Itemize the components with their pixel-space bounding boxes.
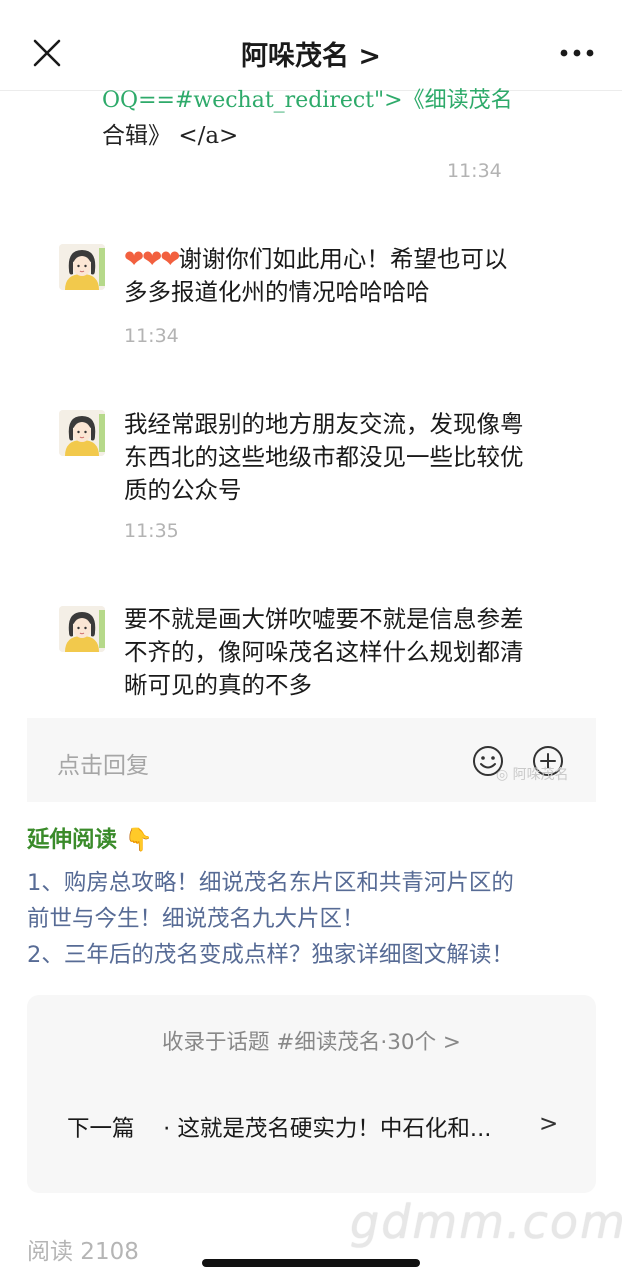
code-snippet-line: OQ==#wechat_redirect">《细读茂名 xyxy=(102,88,513,113)
extended-reading-heading: 延伸阅读 👇 xyxy=(27,827,153,853)
comment-text: 我经常跟别的地方朋友交流，发现像粤东西北的这些地级市都没见一些比较优质的公众号 xyxy=(124,410,524,504)
top-nav-bar: 阿哚茂名 > xyxy=(0,0,622,91)
more-options-icon[interactable] xyxy=(560,48,594,58)
home-indicator[interactable] xyxy=(202,1259,420,1267)
reply-bar: 点击回复 xyxy=(27,718,596,802)
extended-link-2[interactable]: 2、三年后的茂名变成点样？独家详细图文解读！ xyxy=(27,937,514,969)
read-count: 阅读 2108 xyxy=(27,1239,139,1265)
snippet-text: 合辑》 xyxy=(102,123,171,149)
comment-body: 谢谢你们如此用心！希望也可以多多报道化州的情况哈哈哈哈 xyxy=(124,245,508,306)
topic-collection-link[interactable]: 收录于话题 #细读茂名·30个 > xyxy=(27,1025,596,1056)
avatar-girl-icon xyxy=(59,410,105,456)
code-snippet-line-2: 合辑》 </a> xyxy=(102,116,238,150)
next-article-link[interactable]: 下一篇 · 这就是茂名硬实力！中石化和... xyxy=(67,1111,491,1143)
avatar xyxy=(59,606,105,652)
avatar xyxy=(59,244,105,290)
next-title: · 这就是茂名硬实力！中石化和... xyxy=(163,1116,492,1142)
wechat-watermark-text: 阿哚茂名 xyxy=(512,767,569,783)
extended-link-1[interactable]: 1、购房总攻略！细说茂名东片区和共青河片区的 xyxy=(27,865,514,897)
extended-link-1-cont[interactable]: 前世与今生！细说茂名九大片区！ xyxy=(27,901,365,933)
wechat-logo-icon: ◎ xyxy=(496,767,509,783)
message-time: 11:34 xyxy=(124,325,179,347)
site-watermark: gdmm.com xyxy=(350,1195,622,1249)
avatar xyxy=(59,410,105,456)
chevron-right-icon[interactable]: > xyxy=(539,1111,558,1137)
avatar-girl-icon xyxy=(59,244,105,290)
comment-text: 要不就是画大饼吹嘘要不就是信息参差不齐的，像阿哚茂名这样什么规划都清晰可见的真的… xyxy=(124,605,524,699)
message-time: 11:34 xyxy=(447,160,502,182)
snippet-tag: </a> xyxy=(178,123,239,149)
account-title[interactable]: 阿哚茂名 > xyxy=(0,34,622,73)
reply-input[interactable]: 点击回复 xyxy=(57,746,149,780)
message-time: 11:35 xyxy=(124,520,179,542)
topic-card: 收录于话题 #细读茂名·30个 > 下一篇 · 这就是茂名硬实力！中石化和...… xyxy=(27,995,596,1193)
next-label: 下一篇 xyxy=(67,1116,135,1142)
heart-emoji-icons: ❤❤❤ xyxy=(124,245,180,273)
wechat-watermark: ◎ 阿哚茂名 xyxy=(496,764,569,784)
avatar-girl-icon xyxy=(59,606,105,652)
comment-text: ❤❤❤谢谢你们如此用心！希望也可以多多报道化州的情况哈哈哈哈 xyxy=(124,243,524,309)
